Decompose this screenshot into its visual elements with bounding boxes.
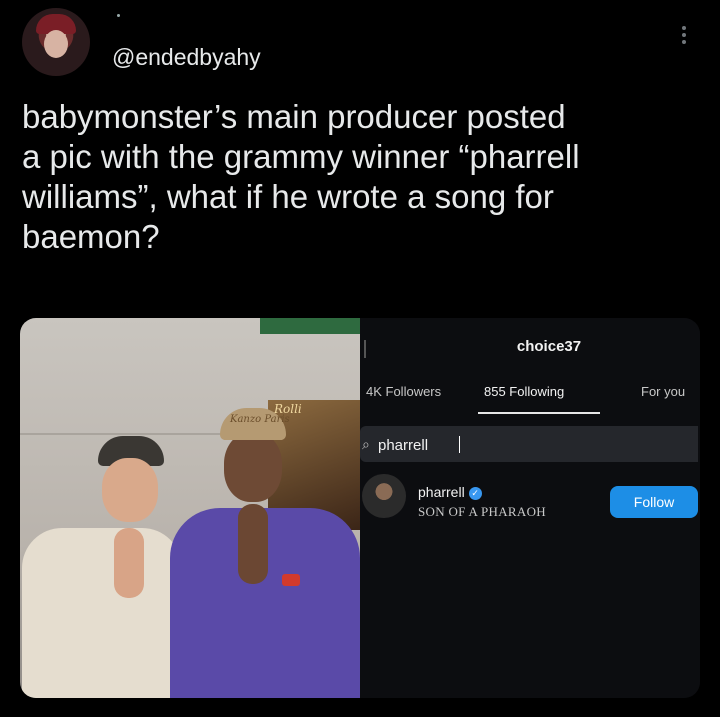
tweet-avatar[interactable]: [22, 8, 90, 76]
person-left: [22, 436, 182, 698]
tab-following[interactable]: 855 Following: [484, 384, 564, 399]
result-subtitle: SON OF A PHARAOH: [418, 504, 546, 519]
decorative-dot: [117, 14, 120, 17]
active-tab-indicator: [478, 412, 600, 414]
cap-text: Kanzo Paris: [230, 414, 290, 425]
search-result-row[interactable]: pharrell ✓ SON OF A PHARAOH Follow: [360, 474, 700, 524]
search-icon: ⌕: [362, 436, 370, 452]
verified-badge-icon: ✓: [468, 487, 482, 500]
result-name[interactable]: pharrell ✓: [418, 484, 482, 500]
search-bar[interactable]: ⌕: [360, 426, 698, 462]
person-right: Kanzo Paris: [170, 408, 360, 698]
ig-username: choice37: [516, 338, 582, 355]
text-caret: [459, 436, 460, 453]
more-options-icon[interactable]: [678, 24, 690, 48]
instagram-screenshot: choice37 4K Followers 855 Following For …: [360, 318, 700, 698]
wall-trim: [260, 318, 360, 334]
photo-panel[interactable]: Rolli Kanzo Paris: [20, 318, 360, 698]
tab-followers[interactable]: 4K Followers: [366, 384, 441, 399]
tweet-text: babymonster’s main producer posted a pic…: [22, 98, 580, 255]
tweet-handle[interactable]: @endedbyahy: [112, 44, 261, 71]
tab-for-you[interactable]: For you: [641, 384, 685, 399]
follow-button[interactable]: Follow: [610, 486, 698, 518]
tweet-media[interactable]: Rolli Kanzo Paris choice37 4K Followers …: [20, 318, 700, 698]
search-input[interactable]: [376, 432, 680, 458]
result-avatar[interactable]: [362, 474, 406, 518]
